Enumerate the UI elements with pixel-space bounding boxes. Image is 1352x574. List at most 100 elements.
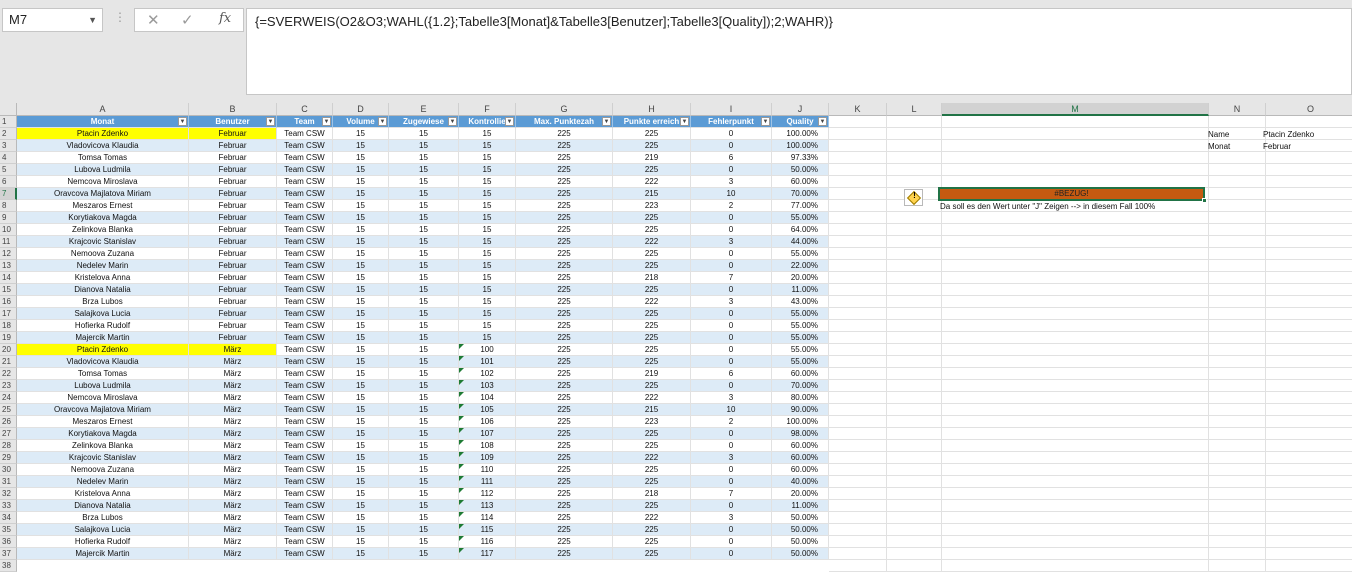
- table-cell[interactable]: 60.00%: [772, 440, 829, 452]
- cell[interactable]: [942, 428, 1209, 440]
- table-cell[interactable]: 0: [691, 248, 772, 260]
- cell[interactable]: [942, 212, 1209, 224]
- table-cell[interactable]: 50.00%: [772, 512, 829, 524]
- table-cell[interactable]: 15: [389, 356, 459, 368]
- cell[interactable]: [829, 176, 887, 188]
- table-cell[interactable]: 0: [691, 380, 772, 392]
- table-cell[interactable]: 225: [516, 428, 613, 440]
- cell[interactable]: [1266, 116, 1352, 128]
- cell[interactable]: [1209, 500, 1266, 512]
- table-cell[interactable]: Team CSW: [277, 164, 333, 176]
- table-cell[interactable]: 0: [691, 284, 772, 296]
- table-cell[interactable]: 0: [691, 128, 772, 140]
- table-cell[interactable]: 3: [691, 176, 772, 188]
- table-cell[interactable]: 0: [691, 164, 772, 176]
- cell[interactable]: [887, 260, 942, 272]
- table-cell[interactable]: 15: [333, 176, 389, 188]
- table-cell[interactable]: März: [189, 512, 277, 524]
- cell[interactable]: [942, 236, 1209, 248]
- table-cell[interactable]: 225: [613, 320, 691, 332]
- table-cell[interactable]: Team CSW: [277, 332, 333, 344]
- table-cell[interactable]: 223: [613, 200, 691, 212]
- column-header-k[interactable]: K: [829, 103, 887, 116]
- cell[interactable]: [1266, 236, 1352, 248]
- table-cell[interactable]: Februar: [189, 188, 277, 200]
- column-header-c[interactable]: C: [277, 103, 333, 116]
- name-box[interactable]: M7 ▼: [2, 8, 103, 32]
- table-cell[interactable]: 50.00%: [772, 548, 829, 560]
- table-cell[interactable]: 15: [459, 176, 516, 188]
- row-header-15[interactable]: 15: [0, 284, 17, 296]
- table-cell[interactable]: März: [189, 476, 277, 488]
- table-cell[interactable]: 225: [516, 236, 613, 248]
- cell[interactable]: [1209, 452, 1266, 464]
- table-cell[interactable]: 15: [333, 512, 389, 524]
- table-cell[interactable]: 11.00%: [772, 500, 829, 512]
- table-cell[interactable]: 3: [691, 452, 772, 464]
- table-cell[interactable]: Meszaros Ernest: [17, 416, 189, 428]
- cell[interactable]: [887, 140, 942, 152]
- table-cell[interactable]: März: [189, 356, 277, 368]
- table-cell[interactable]: 225: [516, 524, 613, 536]
- table-cell[interactable]: 215: [613, 188, 691, 200]
- cell[interactable]: [1266, 500, 1352, 512]
- table-cell[interactable]: 15: [459, 236, 516, 248]
- table-cell[interactable]: 0: [691, 548, 772, 560]
- table-cell[interactable]: Team CSW: [277, 404, 333, 416]
- row-header-35[interactable]: 35: [0, 524, 17, 536]
- table-cell[interactable]: Hofierka Rudolf: [17, 320, 189, 332]
- table-cell[interactable]: 0: [691, 464, 772, 476]
- table-cell[interactable]: 15: [389, 344, 459, 356]
- cell[interactable]: [1266, 404, 1352, 416]
- table-cell[interactable]: 15: [333, 356, 389, 368]
- table-cell[interactable]: Nemcova Miroslava: [17, 176, 189, 188]
- row-header-16[interactable]: 16: [0, 296, 17, 308]
- cell[interactable]: [829, 548, 887, 560]
- table-cell[interactable]: Team CSW: [277, 296, 333, 308]
- table-cell[interactable]: 219: [613, 368, 691, 380]
- row-header-17[interactable]: 17: [0, 308, 17, 320]
- table-cell[interactable]: 225: [516, 272, 613, 284]
- cell[interactable]: [887, 404, 942, 416]
- column-header-m[interactable]: M: [942, 103, 1209, 116]
- cell[interactable]: [887, 116, 942, 128]
- table-cell[interactable]: 15: [389, 248, 459, 260]
- table-cell[interactable]: 77.00%: [772, 200, 829, 212]
- table-cell[interactable]: 15: [333, 368, 389, 380]
- table-header-a[interactable]: Monat ▼: [17, 116, 189, 128]
- cell[interactable]: [942, 116, 1209, 128]
- table-cell[interactable]: 0: [691, 320, 772, 332]
- table-cell[interactable]: 107: [459, 428, 516, 440]
- lookup-name-value[interactable]: Ptacin Zdenko: [1263, 129, 1314, 140]
- table-cell[interactable]: 225: [516, 188, 613, 200]
- table-cell[interactable]: Dianova Natalia: [17, 500, 189, 512]
- table-cell[interactable]: 225: [516, 500, 613, 512]
- cell[interactable]: [887, 356, 942, 368]
- filter-dropdown-icon[interactable]: ▼: [178, 117, 187, 126]
- cell[interactable]: [1209, 488, 1266, 500]
- cell[interactable]: [1266, 548, 1352, 560]
- column-header-h[interactable]: H: [613, 103, 691, 116]
- cell[interactable]: [942, 164, 1209, 176]
- filter-dropdown-icon[interactable]: ▼: [448, 117, 457, 126]
- cell[interactable]: [829, 404, 887, 416]
- table-cell[interactable]: Team CSW: [277, 512, 333, 524]
- table-cell[interactable]: 100: [459, 344, 516, 356]
- cell[interactable]: [887, 548, 942, 560]
- table-cell[interactable]: 15: [333, 404, 389, 416]
- cell[interactable]: [1209, 152, 1266, 164]
- table-cell[interactable]: 225: [613, 260, 691, 272]
- cell[interactable]: [942, 344, 1209, 356]
- table-cell[interactable]: 15: [459, 152, 516, 164]
- table-cell[interactable]: 225: [516, 476, 613, 488]
- cell[interactable]: [1266, 476, 1352, 488]
- filter-dropdown-icon[interactable]: ▼: [818, 117, 827, 126]
- cell[interactable]: [942, 488, 1209, 500]
- table-cell[interactable]: 225: [516, 212, 613, 224]
- row-header-21[interactable]: 21: [0, 356, 17, 368]
- cell[interactable]: [829, 356, 887, 368]
- table-cell[interactable]: Zelinkova Blanka: [17, 224, 189, 236]
- table-cell[interactable]: 219: [613, 152, 691, 164]
- table-cell[interactable]: 222: [613, 296, 691, 308]
- cell[interactable]: [829, 128, 887, 140]
